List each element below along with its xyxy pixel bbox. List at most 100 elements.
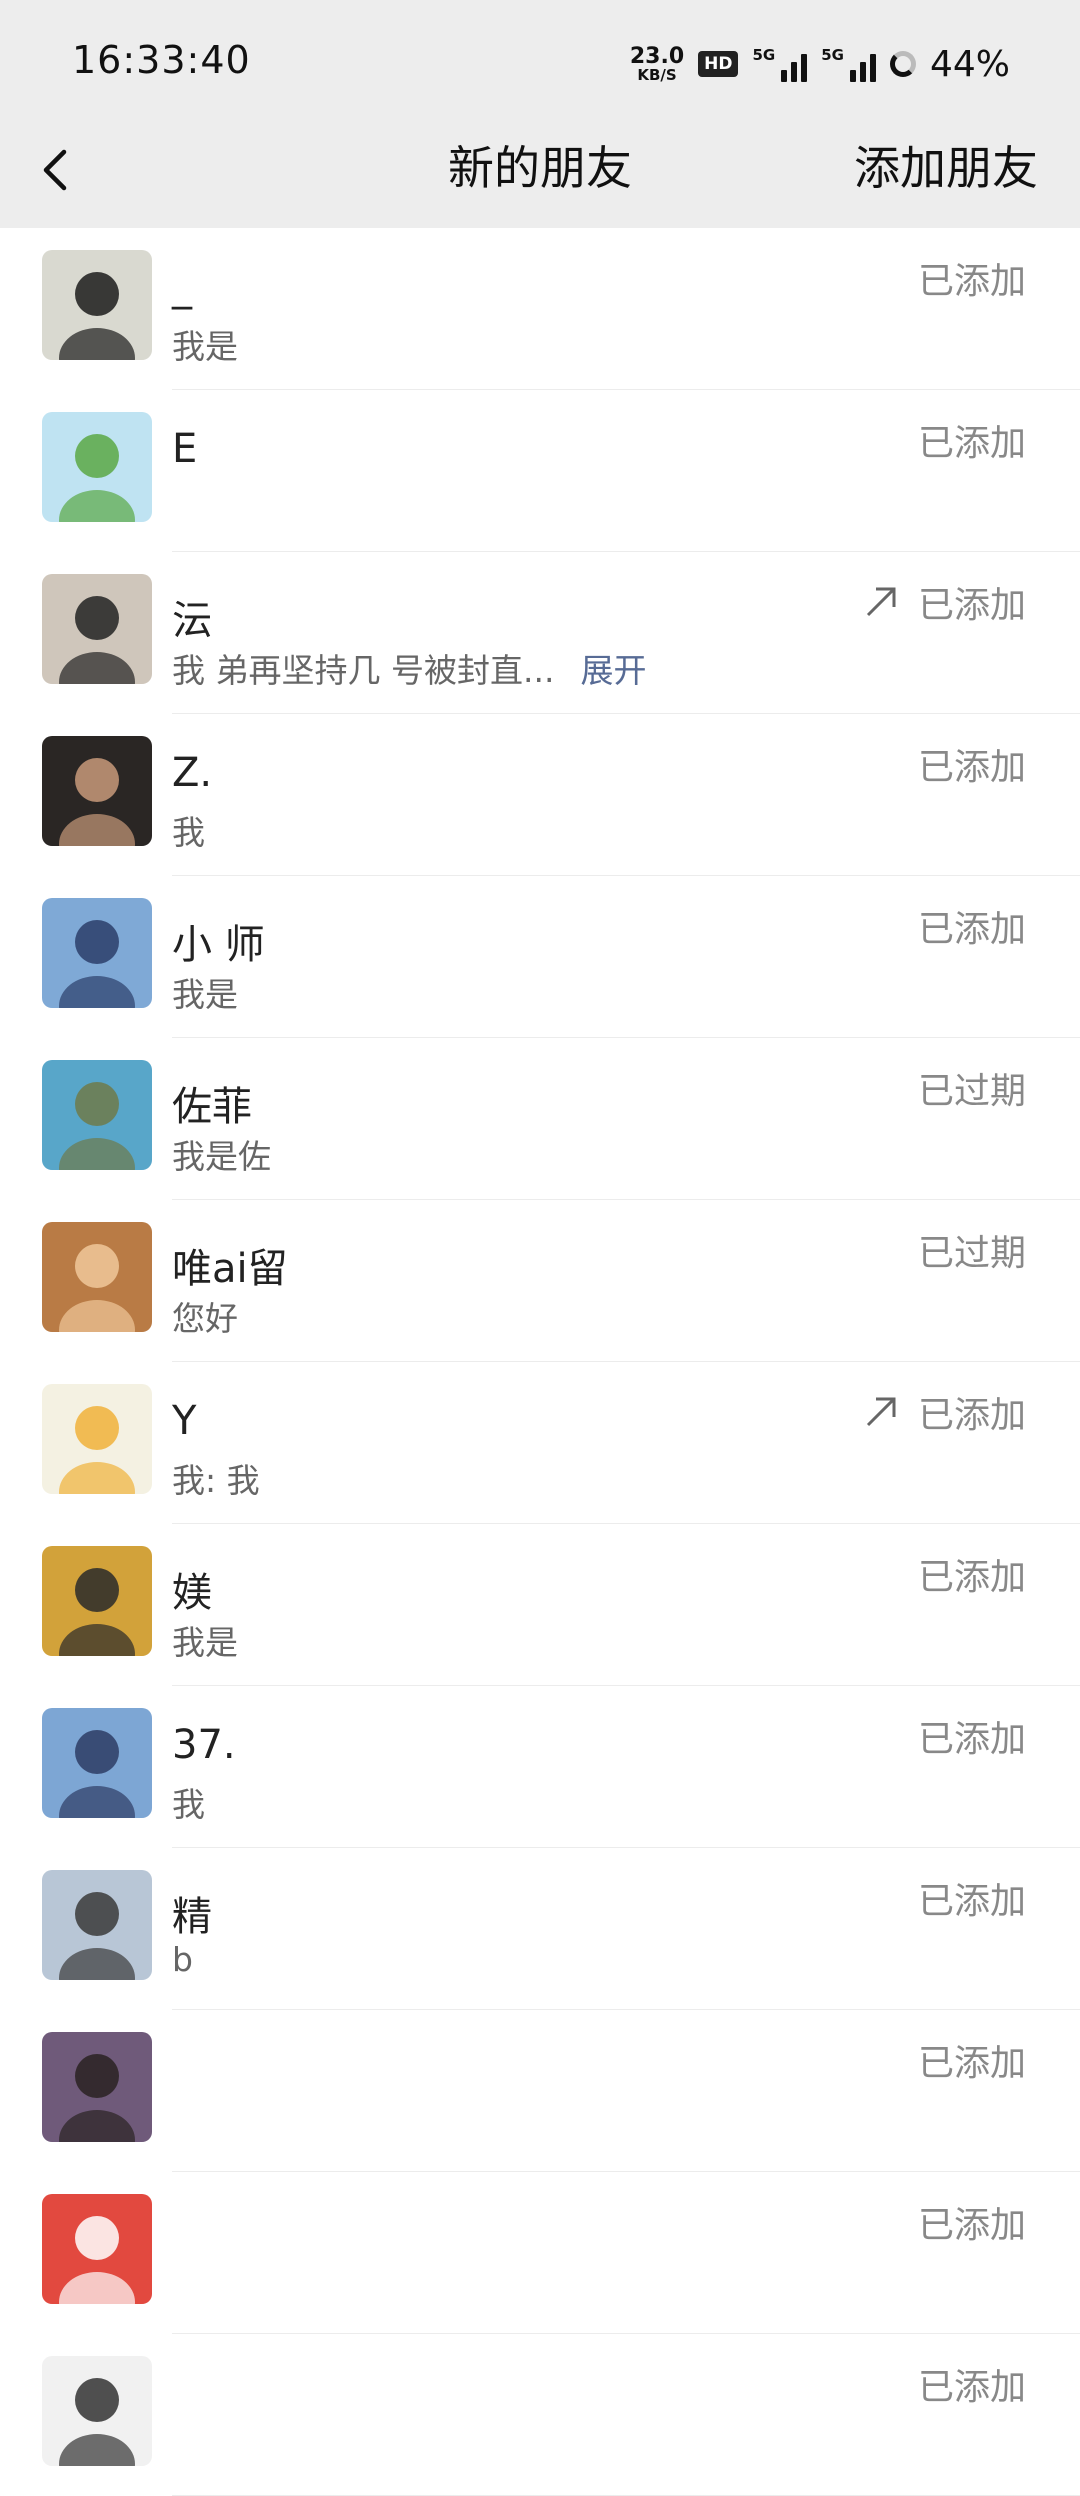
avatar[interactable] [42,1384,152,1494]
request-status-label: 已添加 [917,585,1026,626]
signal-bar [801,54,808,82]
request-status: 已过期 [918,1062,1026,1114]
avatar[interactable] [42,250,152,360]
request-message-text: 我是 [172,975,238,1014]
friend-name: 媄 [172,1570,212,1616]
request-status: 已添加 [918,252,1026,304]
request-status-label: 已添加 [917,1557,1026,1598]
request-status-label: 已添加 [917,2367,1026,2408]
avatar[interactable] [42,2356,152,2466]
friend-request-row[interactable]: 媄我是 已添加 [0,1524,1080,1686]
hd-badge-icon: HD [698,51,739,77]
request-message: 我是 [172,968,238,1016]
signal-bar [869,54,876,82]
network-speed-unit: KB/S [637,65,677,84]
network-speed: 23.0 KB/S [629,43,685,84]
friend-name: Y [172,1398,197,1444]
avatar[interactable] [42,1222,152,1332]
battery-icon [889,51,916,77]
signal-tag: 5G [821,46,844,64]
friend-request-row[interactable]: 已添加 [0,2334,1080,2496]
friend-request-row[interactable]: 沄我 弟再坚持几 号被封直... 展开 已添加 [0,552,1080,714]
friend-request-row[interactable]: 精 b 已添加 [0,1848,1080,2010]
avatar[interactable] [42,2032,152,2142]
avatar[interactable] [42,412,152,522]
signal-bar [791,62,798,82]
request-status: 已添加 [918,1710,1026,1762]
signal-tag: 5G [752,46,776,64]
request-message: 我是佐 [172,1130,271,1178]
request-message-text: 我 [172,1785,205,1824]
signal-bar [859,62,866,82]
friend-request-row[interactable]: Y 我: 我 已添加 [0,1362,1080,1524]
signal-bar [849,70,856,82]
request-message: 我是 [172,320,238,368]
request-status-label: 已添加 [917,423,1026,464]
friend-request-row[interactable]: Z. 我 已添加 [0,714,1080,876]
expand-link[interactable]: 展开 [580,651,646,690]
request-message-text: 我是 [172,327,238,366]
request-message: b [172,1940,193,1979]
request-message-text: 我: 我 [172,1461,260,1500]
request-message-text: b [172,1940,193,1979]
friend-name: Z. [172,750,213,796]
friend-request-row[interactable]: 唯ai留 您好 已过期 [0,1200,1080,1362]
friend-name: E [172,426,198,472]
friend-name: 37. [172,1722,236,1768]
request-status-label: 已添加 [917,1881,1026,1922]
request-status: 已添加 [918,1548,1026,1600]
request-status: 已添加 [862,1386,1026,1438]
friend-request-row[interactable]: E 已添加 [0,390,1080,552]
friend-request-row[interactable]: 已添加 [0,2172,1080,2334]
friend-request-row[interactable]: _ 我是 已添加 [0,228,1080,390]
friend-name: 小 师 [172,922,265,968]
request-status-label: 已添加 [917,1395,1026,1436]
avatar[interactable] [42,898,152,1008]
avatar[interactable] [42,1708,152,1818]
friend-name: 沄 [172,598,212,644]
friend-name: 唯ai留 [172,1246,288,1292]
request-status-label: 已过期 [917,1071,1026,1112]
friend-request-row[interactable]: 佐菲我是佐 已过期 [0,1038,1080,1200]
request-status-label: 已添加 [917,909,1026,950]
request-status-label: 已添加 [917,1719,1026,1760]
request-status-label: 已添加 [917,2043,1026,2084]
avatar[interactable] [42,736,152,846]
request-status-label: 已添加 [917,747,1026,788]
avatar[interactable] [42,1060,152,1170]
nav-bar: 新的朋友 添加朋友 [0,130,1080,228]
avatar[interactable] [42,574,152,684]
friend-request-row[interactable]: 37. 我 已添加 [0,1686,1080,1848]
friend-name: _ [172,264,192,310]
request-message-text: 我是佐 [172,1137,271,1176]
friend-name: 精 [172,1894,212,1940]
status-icons: 23.0 KB/S HD 5G 5G 44% [630,38,1010,90]
avatar[interactable] [42,1870,152,1980]
friend-name: 佐菲 [172,1084,252,1130]
request-status: 已添加 [862,576,1026,628]
avatar[interactable] [42,2194,152,2304]
request-message-text: 我 [172,813,205,852]
request-message: 我 [172,806,205,854]
friend-request-list: _ 我是 已添加 E 已添加沄我 弟再坚持几 号被封直... 展开 已添加 Z. 我已添加小 师… [0,228,1080,2496]
request-status: 已添加 [918,2358,1026,2410]
request-message-text: 我 弟再坚持几 号被封直... [172,651,555,690]
network-speed-value: 23.0 [629,43,685,69]
battery-level: 44% [929,43,1010,85]
friend-request-row[interactable]: 小 师我是 已添加 [0,876,1080,1038]
avatar[interactable] [42,1546,152,1656]
request-message: 我 [172,1778,205,1826]
request-status: 已添加 [918,414,1026,466]
add-friend-button[interactable]: 添加朋友 [854,132,1038,198]
request-message: 您好 [172,1292,238,1340]
request-status: 已添加 [918,738,1026,790]
request-message: 我 弟再坚持几 号被封直... 展开 [172,644,646,692]
request-message: 我是 [172,1616,238,1664]
request-status-label: 已过期 [917,1233,1026,1274]
request-status: 已添加 [918,1872,1026,1924]
request-status-label: 已添加 [917,2205,1026,2246]
arrow-up-right-icon [866,1397,896,1427]
request-status-label: 已添加 [917,261,1026,302]
friend-request-row[interactable]: 已添加 [0,2010,1080,2172]
request-message-text: 我是 [172,1623,238,1662]
